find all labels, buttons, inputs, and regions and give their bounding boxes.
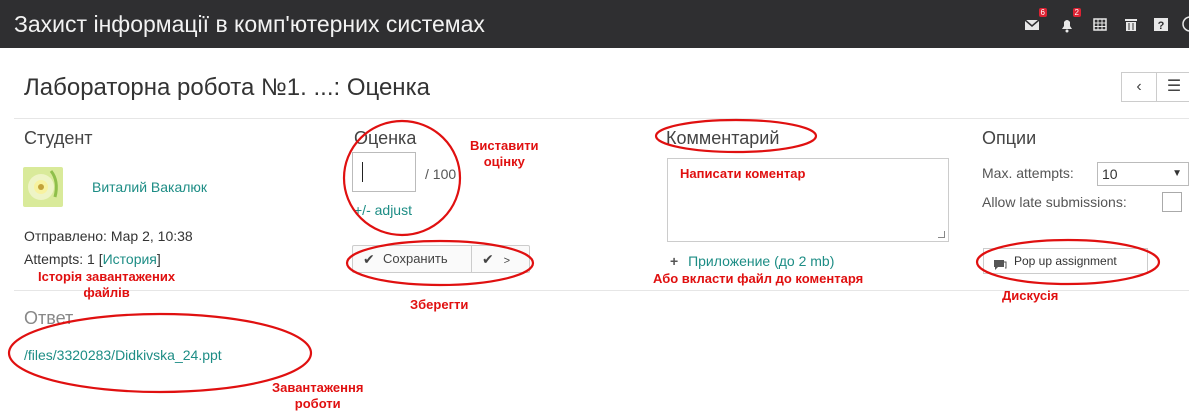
popup-assignment-button[interactable]: Pop up assignment bbox=[983, 248, 1148, 274]
max-attempts-select[interactable]: 10 ▼ bbox=[1097, 162, 1189, 186]
messages-badge: 6 bbox=[1038, 8, 1047, 17]
attempts-info: Attempts: 1 [История] bbox=[24, 251, 161, 267]
save-button-label: Сохранить bbox=[383, 251, 448, 266]
text-caret bbox=[362, 162, 363, 182]
page-title: Лабораторна робота №1. ...: Оценка bbox=[24, 74, 430, 101]
envelope-icon[interactable]: 6 bbox=[1023, 8, 1047, 34]
svg-text:?: ? bbox=[1158, 20, 1165, 32]
bell-icon[interactable]: 2 bbox=[1057, 8, 1081, 34]
student-heading: Студент bbox=[24, 128, 93, 148]
answer-heading: Ответ bbox=[24, 308, 74, 328]
popup-assignment-label: Pop up assignment bbox=[1014, 254, 1117, 268]
attempts-suffix: ] bbox=[156, 251, 161, 267]
checkmark-icon: ✔ bbox=[482, 251, 494, 267]
attachment-link[interactable]: Приложение (до 2 mb) bbox=[688, 253, 834, 269]
grade-input[interactable] bbox=[352, 152, 416, 192]
save-and-next-button[interactable]: ✔ > bbox=[471, 246, 529, 272]
annotation-upload: Завантаження роботи bbox=[272, 380, 364, 411]
attempts-prefix: Attempts: 1 [ bbox=[24, 251, 103, 267]
checkmark-icon: ✔ bbox=[363, 251, 375, 267]
grade-heading: Оценка bbox=[354, 128, 417, 148]
annotation-discussion: Дискусія bbox=[1002, 288, 1059, 303]
max-attempts-value: 10 bbox=[1102, 166, 1118, 182]
grade-max: / 100 bbox=[425, 166, 457, 182]
submitted-date: Отправлено: Мар 2, 10:38 bbox=[24, 228, 193, 244]
grading-navigation: ‹ ☰ bbox=[1121, 72, 1189, 102]
previous-button[interactable]: ‹ bbox=[1121, 72, 1157, 102]
chat-bubble-icon bbox=[993, 255, 1007, 279]
grade-adjust-link[interactable]: +/- adjust bbox=[354, 202, 412, 218]
student-avatar[interactable] bbox=[23, 167, 63, 207]
menu-button[interactable]: ☰ bbox=[1156, 72, 1189, 102]
attachment-row: + Приложение (до 2 mb) bbox=[670, 253, 834, 269]
save-button-group: ✔ Сохранить ✔ > bbox=[352, 245, 530, 273]
late-submissions-label: Allow late submissions: bbox=[982, 194, 1127, 210]
info-icon[interactable] bbox=[1180, 14, 1189, 34]
help-icon[interactable]: ? bbox=[1151, 14, 1171, 34]
header-divider bbox=[14, 118, 1189, 119]
annotation-attach-file: Або вкласти файл до коментаря bbox=[653, 271, 864, 286]
course-title[interactable]: Захист інформації в комп'ютерних система… bbox=[14, 11, 485, 38]
max-attempts-label: Max. attempts: bbox=[982, 165, 1074, 181]
chevron-down-icon: ▼ bbox=[1172, 168, 1182, 179]
annotation-set-grade: Виставити оцінку bbox=[470, 138, 539, 169]
late-submissions-checkbox[interactable] bbox=[1162, 192, 1182, 212]
course-header-bar: Захист інформації в комп'ютерних система… bbox=[0, 0, 1189, 48]
annotation-save: Зберегти bbox=[410, 297, 469, 312]
resize-handle-icon[interactable] bbox=[938, 231, 945, 238]
history-link[interactable]: История bbox=[103, 251, 157, 267]
save-button[interactable]: ✔ Сохранить bbox=[353, 246, 471, 272]
trash-icon[interactable] bbox=[1121, 14, 1141, 34]
annotation-history: Історія завантажених файлів bbox=[38, 269, 176, 300]
comment-heading: Комментарий bbox=[666, 128, 780, 148]
next-arrow-label: > bbox=[503, 255, 511, 267]
submission-file-link[interactable]: /files/3320283/Didkivska_24.ppt bbox=[24, 347, 222, 363]
annotation-write-comment: Написати коментар bbox=[680, 166, 806, 181]
options-heading: Опции bbox=[982, 128, 1037, 148]
grid-icon[interactable] bbox=[1090, 14, 1110, 34]
student-name-link[interactable]: Виталий Вакалюк bbox=[92, 179, 207, 195]
plus-icon: + bbox=[670, 253, 679, 269]
notifications-badge: 2 bbox=[1072, 8, 1081, 17]
